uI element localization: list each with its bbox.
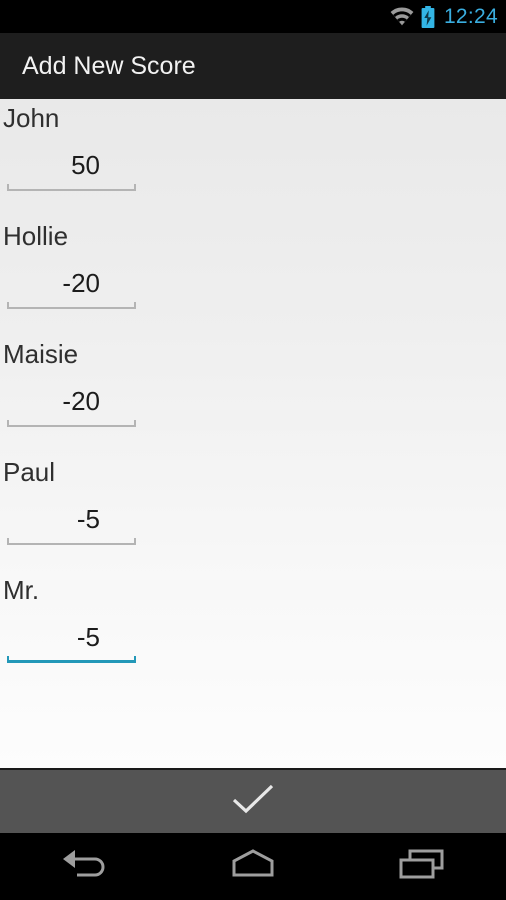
field-value: -20: [62, 268, 100, 298]
field-group-mr: Mr. -5: [0, 571, 506, 689]
field-label: Hollie: [3, 221, 69, 251]
field-label: Maisie: [3, 339, 79, 369]
score-input-john[interactable]: 50: [7, 147, 136, 191]
field-label: Mr.: [3, 575, 40, 605]
field-group-maisie: Maisie -20: [0, 335, 506, 453]
field-underline: [7, 420, 136, 427]
confirm-button[interactable]: [0, 768, 506, 833]
status-bar: 12:24: [0, 0, 506, 33]
field-label: John: [3, 103, 60, 133]
nav-back-button[interactable]: [0, 833, 169, 900]
page-title: Add New Score: [22, 51, 196, 80]
navigation-bar: [0, 833, 506, 900]
field-group-john: John 50: [0, 99, 506, 217]
score-input-hollie[interactable]: -20: [7, 265, 136, 309]
field-value: 50: [71, 150, 100, 180]
android-screen: 12:24 Add New Score John 50 Hollie -20 M…: [0, 0, 506, 900]
nav-recents-button[interactable]: [337, 833, 506, 900]
battery-charging-icon: [421, 5, 435, 28]
score-input-paul[interactable]: -5: [7, 501, 136, 545]
nav-home-button[interactable]: [169, 833, 338, 900]
score-form: John 50 Hollie -20 Maisie -20 Paul -5 Mr…: [0, 99, 506, 768]
field-value: -5: [76, 504, 100, 534]
field-label: Paul: [3, 457, 56, 487]
field-group-paul: Paul -5: [0, 453, 506, 571]
score-input-maisie[interactable]: -20: [7, 383, 136, 427]
home-icon: [227, 847, 279, 886]
wifi-icon: [390, 7, 414, 26]
field-group-hollie: Hollie -20: [0, 217, 506, 335]
field-value: -20: [62, 386, 100, 416]
score-input-mr[interactable]: -5: [7, 619, 136, 663]
check-icon: [232, 783, 274, 820]
field-underline: [7, 302, 136, 309]
field-underline: [7, 538, 136, 545]
field-underline: [7, 184, 136, 191]
field-value: -5: [76, 622, 100, 652]
status-bar-clock: 12:24: [443, 5, 498, 28]
back-icon: [57, 847, 111, 886]
recents-icon: [396, 847, 448, 886]
action-bar: Add New Score: [0, 33, 506, 99]
field-underline-focused: [7, 656, 136, 663]
